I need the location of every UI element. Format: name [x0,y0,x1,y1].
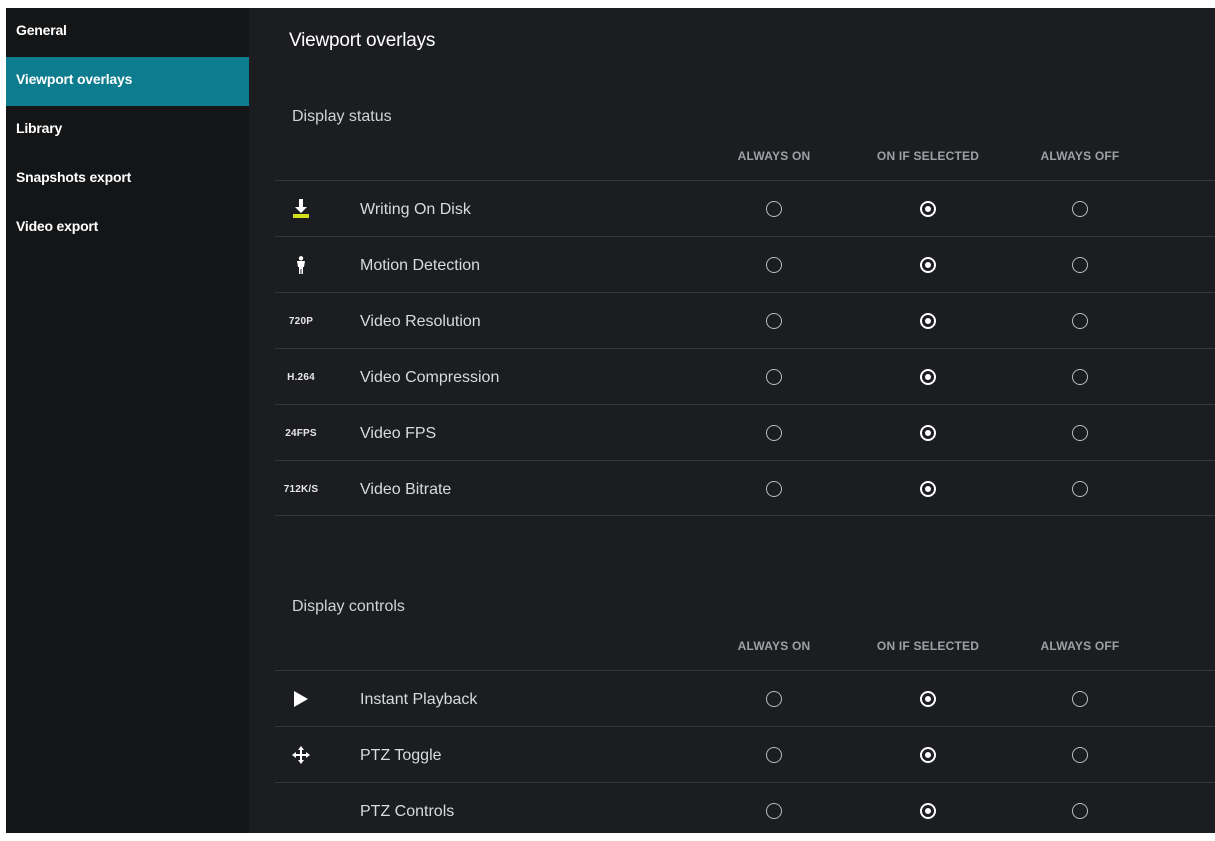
fps-icon: 24FPS [275,405,327,461]
radio-always-off[interactable] [1072,313,1088,329]
radio-always-on[interactable] [766,691,782,707]
display-controls-column-header: ALWAYS ON [737,639,811,653]
table-row: Instant Playback [275,670,1215,726]
row-label: Instant Playback [360,691,478,708]
table-row: Motion Detection [275,236,1215,292]
resolution-icon: 720P [275,293,327,349]
compression-icon: H.264 [275,349,327,405]
radio-always-on[interactable] [766,201,782,217]
radio-always-on[interactable] [766,369,782,385]
row-label: Video Bitrate [360,481,452,498]
radio-on-if-selected[interactable] [920,257,936,273]
sidebar-item-snapshots-export[interactable]: Snapshots export [6,155,249,204]
row-label: Video Compression [360,369,500,386]
radio-always-on[interactable] [766,425,782,441]
sidebar-item-general[interactable]: General [6,8,249,57]
icon-text: 24FPS [285,427,317,439]
display-controls-column-header: ON IF SELECTED [876,639,980,653]
table-row: PTZ Controls [275,782,1215,833]
radio-always-on[interactable] [766,257,782,273]
radio-always-on[interactable] [766,481,782,497]
sidebar: General Viewport overlays Library Snapsh… [6,8,249,833]
display-status-column-header: ALWAYS OFF [1040,149,1120,163]
motion-person-icon [275,237,327,293]
radio-on-if-selected[interactable] [920,425,936,441]
row-label: Video Resolution [360,313,481,330]
radio-always-off[interactable] [1072,747,1088,763]
settings-window: General Viewport overlays Library Snapsh… [6,8,1215,833]
icon-text: H.264 [287,371,315,383]
radio-always-on[interactable] [766,313,782,329]
icon-text: 712K/S [283,483,319,495]
radio-always-on[interactable] [766,803,782,819]
bitrate-icon: 712K/S [275,461,327,517]
radio-on-if-selected[interactable] [920,369,936,385]
radio-always-off[interactable] [1072,201,1088,217]
radio-always-off[interactable] [1072,691,1088,707]
radio-always-off[interactable] [1072,803,1088,819]
radio-on-if-selected[interactable] [920,313,936,329]
row-label: PTZ Toggle [360,747,442,764]
row-label: PTZ Controls [360,803,455,820]
radio-always-off[interactable] [1072,257,1088,273]
icon-text: 720P [288,315,314,327]
table-row: 24FPS Video FPS [275,404,1215,460]
sidebar-item-library[interactable]: Library [6,106,249,155]
radio-on-if-selected[interactable] [920,691,936,707]
radio-on-if-selected[interactable] [920,201,936,217]
sidebar-item-video-export[interactable]: Video export [6,204,249,253]
table-row: 720P Video Resolution [275,292,1215,348]
play-icon [275,671,327,727]
display-controls-title: Display controls [292,598,405,615]
table-row: PTZ Toggle [275,726,1215,782]
display-controls-column-header: ALWAYS OFF [1040,639,1120,653]
radio-always-off[interactable] [1072,425,1088,441]
move-arrows-icon [275,727,327,783]
display-status-title: Display status [292,108,392,125]
radio-always-off[interactable] [1072,481,1088,497]
radio-always-off[interactable] [1072,369,1088,385]
radio-on-if-selected[interactable] [920,481,936,497]
display-status-column-header: ON IF SELECTED [876,149,980,163]
row-label: Writing On Disk [360,201,471,218]
radio-on-if-selected[interactable] [920,747,936,763]
radio-always-on[interactable] [766,747,782,763]
row-label: Motion Detection [360,257,481,274]
download-disk-icon [275,181,327,237]
sidebar-item-viewport-overlays[interactable]: Viewport overlays [6,57,249,106]
main-panel: Viewport overlays Display status ALWAYS O… [249,8,1215,833]
table-row: Writing On Disk [275,180,1215,236]
empty-icon-slot [275,783,327,833]
table-row: H.264 Video Compression [275,348,1215,404]
page-title: Viewport overlays [289,30,436,51]
radio-on-if-selected[interactable] [920,803,936,819]
row-label: Video FPS [360,425,437,442]
display-status-column-header: ALWAYS ON [737,149,811,163]
table-row: 712K/S Video Bitrate [275,460,1215,516]
